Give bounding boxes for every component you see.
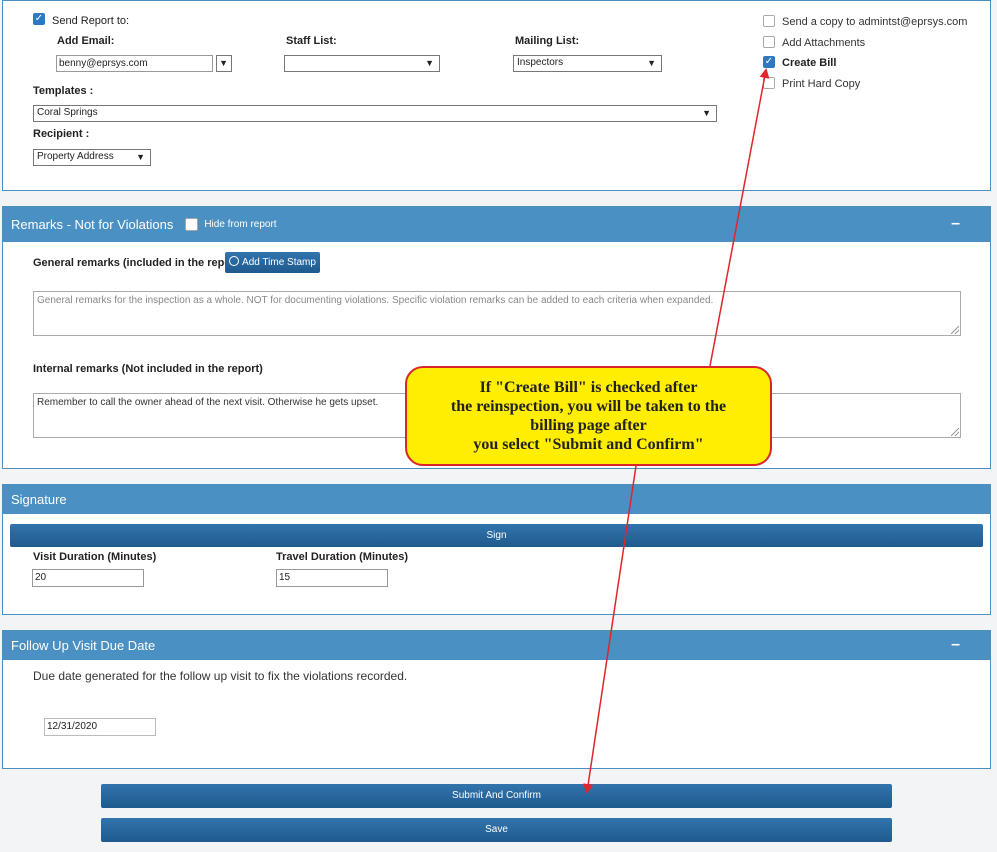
travel-duration-label: Travel Duration (Minutes) xyxy=(276,551,409,563)
callout-line-2: the reinspection, you will be taken to t… xyxy=(450,398,727,415)
submit-and-confirm-button[interactable]: Submit And Confirm xyxy=(101,784,892,808)
follow-up-header: Follow Up Visit Due Date – xyxy=(3,631,990,660)
chevron-down-icon: ▼ xyxy=(425,58,434,68)
add-time-stamp-label: Add Time Stamp xyxy=(242,257,316,268)
signature-header: Signature xyxy=(3,485,990,514)
minus-icon[interactable]: – xyxy=(951,215,960,233)
submit-and-confirm-label: Submit And Confirm xyxy=(452,790,541,801)
print-hard-copy-label: Print Hard Copy xyxy=(782,78,861,90)
internal-remarks-value: Remember to call the owner ahead of the … xyxy=(37,397,379,408)
create-bill-label: Create Bill xyxy=(782,57,837,69)
add-email-input[interactable]: benny@eprsys.com xyxy=(56,55,213,72)
travel-duration-input[interactable]: 15 xyxy=(276,569,388,587)
general-remarks-placeholder: General remarks for the inspection as a … xyxy=(37,295,714,306)
mailing-list-value: Inspectors xyxy=(517,57,564,68)
chevron-down-icon: ▼ xyxy=(647,58,656,68)
signature-title: Signature xyxy=(11,492,67,507)
templates-select[interactable]: Coral Springs ▼ xyxy=(33,105,717,122)
follow-up-title: Follow Up Visit Due Date xyxy=(11,638,156,653)
follow-up-description: Due date generated for the follow up vis… xyxy=(33,669,408,683)
staff-list-select[interactable]: ▼ xyxy=(284,55,440,72)
minus-icon[interactable]: – xyxy=(951,636,960,654)
send-copy-label: Send a copy to admintst@eprsys.com xyxy=(782,16,968,28)
chevron-down-icon: ▼ xyxy=(702,108,711,118)
chevron-down-icon: ▼ xyxy=(136,152,145,162)
chevron-down-icon: ▼ xyxy=(219,58,228,68)
internal-remarks-label: Internal remarks (Not included in the re… xyxy=(33,363,263,375)
sign-button-label: Sign xyxy=(486,530,507,541)
sign-button[interactable]: Sign xyxy=(10,524,983,547)
general-remarks-label: General remarks (included in the report) xyxy=(33,257,243,269)
send-copy-checkbox[interactable] xyxy=(763,15,775,27)
recipient-select[interactable]: Property Address ▼ xyxy=(33,149,151,166)
visit-duration-input[interactable]: 20 xyxy=(32,569,144,587)
add-attachments-checkbox[interactable] xyxy=(763,36,775,48)
callout-note: If "Create Bill" is checked after the re… xyxy=(405,366,772,466)
signature-panel: Signature Sign Visit Duration (Minutes) … xyxy=(2,484,991,615)
resize-grip-icon[interactable] xyxy=(951,428,959,436)
clock-icon xyxy=(229,256,240,266)
send-report-checkbox[interactable]: ✓ xyxy=(33,13,45,25)
callout-line-1: If "Create Bill" is checked after xyxy=(479,379,698,396)
follow-up-date-input[interactable]: 12/31/2020 xyxy=(44,718,156,736)
recipient-value: Property Address xyxy=(37,151,114,162)
mailing-list-label: Mailing List: xyxy=(515,35,580,47)
staff-list-label: Staff List: xyxy=(286,35,337,47)
resize-grip-icon[interactable] xyxy=(951,326,959,334)
print-hard-copy-checkbox[interactable] xyxy=(763,77,775,89)
add-email-label: Add Email: xyxy=(57,35,115,47)
save-label: Save xyxy=(485,824,508,835)
send-report-panel: ✓ Send Report to: Add Email: benny@eprsy… xyxy=(2,0,991,191)
general-remarks-textarea[interactable]: General remarks for the inspection as a … xyxy=(33,291,961,336)
recipient-label: Recipient : xyxy=(33,128,90,140)
add-email-dropdown[interactable]: ▼ xyxy=(216,55,232,72)
templates-label: Templates : xyxy=(33,85,94,97)
callout-line-4: you select "Submit and Confirm" xyxy=(473,436,704,453)
follow-up-panel: Follow Up Visit Due Date – Due date gene… xyxy=(2,630,991,769)
create-bill-checkbox[interactable]: ✓ xyxy=(763,56,775,68)
remarks-title: Remarks - Not for Violations xyxy=(11,217,174,232)
callout-line-3: billing page after xyxy=(530,417,647,434)
add-time-stamp-button[interactable]: Add Time Stamp xyxy=(225,252,320,273)
save-button[interactable]: Save xyxy=(101,818,892,842)
remarks-header: Remarks - Not for Violations Hide from r… xyxy=(3,207,990,242)
templates-value: Coral Springs xyxy=(37,107,98,118)
hide-from-report-checkbox[interactable] xyxy=(185,218,199,231)
hide-from-report-label: Hide from report xyxy=(204,219,277,230)
add-attachments-label: Add Attachments xyxy=(782,37,866,49)
visit-duration-label: Visit Duration (Minutes) xyxy=(33,551,157,563)
send-report-label: Send Report to: xyxy=(52,15,130,27)
mailing-list-select[interactable]: Inspectors ▼ xyxy=(513,55,662,72)
